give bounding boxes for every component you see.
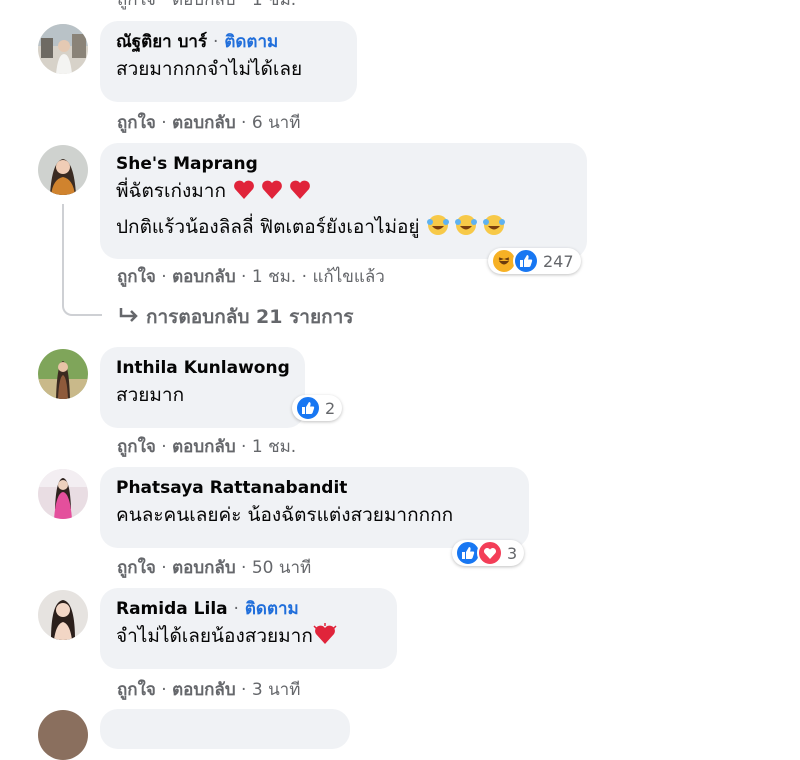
reaction-summary[interactable]: 3 — [452, 540, 525, 566]
avatar[interactable] — [38, 469, 88, 519]
follow-button[interactable]: ติดตาม — [245, 599, 299, 619]
like-button[interactable]: ถูกใจ — [117, 558, 156, 578]
reaction-count: 3 — [507, 543, 518, 563]
reply-button[interactable]: ตอบกลับ — [172, 267, 236, 287]
comment-bubble: Inthila Kunlawong สวยมาก — [100, 347, 305, 428]
comment-bubble: Ramida Lila · ติดตาม จำไม่ได้เลยน้องสวยม… — [100, 588, 397, 669]
heart-emoji-icon — [313, 622, 337, 656]
timestamp[interactable]: 3 นาที — [252, 680, 301, 700]
reaction-count: 247 — [543, 251, 574, 271]
comment-text: สวยมาก — [116, 384, 185, 406]
commenter-name[interactable]: ณัฐติยา บาร์ — [116, 32, 207, 52]
comment-actions: ถูกใจ · ตอบกลับ · 1 ชม. — [117, 437, 297, 457]
reply-arrow-icon — [118, 307, 140, 330]
timestamp[interactable]: 1 ชม. — [252, 437, 296, 457]
like-button[interactable]: ถูกใจ — [117, 437, 156, 457]
commenter-name[interactable]: She's Maprang — [116, 153, 571, 175]
partial-next-avatar — [38, 710, 88, 760]
comment-text-line-2: ปกติแร้วน้องลิลลี่ ฟิตเตอร์ยังเอาไม่อยู่ — [116, 216, 420, 238]
avatar[interactable] — [38, 24, 88, 74]
partial-next-bubble — [100, 709, 350, 749]
heart-emoji-icon — [232, 177, 312, 211]
comment-actions: ถูกใจ · ตอบกลับ · 3 นาที — [117, 680, 301, 700]
like-icon — [295, 395, 321, 421]
comment-actions: ถูกใจ · ตอบกลับ · 6 นาที — [117, 113, 301, 133]
reply-button[interactable]: ตอบกลับ — [172, 680, 236, 700]
timestamp[interactable]: 50 นาที — [252, 558, 311, 578]
comment-bubble: She's Maprang พี่ฉัตรเก่งมาก ปกติแร้วน้อ… — [100, 143, 587, 259]
like-button[interactable]: ถูกใจ — [117, 680, 156, 700]
comment-text: สวยมากกกจำไม่ได้เลย — [116, 58, 303, 80]
comment-bubble: Phatsaya Rattanabandit คนละคนเลยค่ะ น้อง… — [100, 467, 529, 548]
comment-text-line-1: พี่ฉัตรเก่งมาก — [116, 180, 226, 202]
avatar[interactable] — [38, 349, 88, 399]
timestamp[interactable]: 1 ชม. — [252, 267, 296, 287]
reply-button[interactable]: ตอบกลับ — [172, 113, 236, 133]
reaction-summary[interactable]: 247 — [488, 248, 581, 274]
reply-thread-line — [62, 204, 102, 316]
commenter-name[interactable]: Inthila Kunlawong — [116, 357, 290, 379]
reaction-count: 2 — [325, 398, 336, 418]
reply-button[interactable]: ตอบกลับ — [172, 558, 236, 578]
timestamp[interactable]: 6 นาที — [252, 113, 301, 133]
avatar[interactable] — [38, 145, 88, 195]
follow-button[interactable]: ติดตาม — [224, 32, 278, 52]
avatar[interactable] — [38, 590, 88, 640]
like-icon — [513, 248, 539, 274]
like-button[interactable]: ถูกใจ — [117, 267, 156, 287]
commenter-name[interactable]: Ramida Lila — [116, 599, 228, 619]
laugh-cry-emoji-icon — [426, 213, 506, 247]
heart-icon — [477, 540, 503, 566]
like-button[interactable]: ถูกใจ — [117, 113, 156, 133]
reply-button[interactable]: ตอบกลับ — [172, 437, 236, 457]
comment-actions: ถูกใจ · ตอบกลับ · 50 นาที — [117, 558, 312, 578]
reaction-summary[interactable]: 2 — [292, 395, 343, 421]
commenter-name[interactable]: Phatsaya Rattanabandit — [116, 477, 513, 499]
comment-actions: ถูกใจ · ตอบกลับ · 1 ชม. · แก้ไขแล้ว — [117, 267, 385, 287]
partial-comment-actions: ถูกใจ · ตอบกลับ · 1 ชม. — [117, 0, 297, 10]
comment-bubble: ณัฐติยา บาร์ · ติดตาม สวยมากกกจำไม่ได้เล… — [100, 21, 357, 102]
comment-text: คนละคนเลยค่ะ น้องฉัตรแต่งสวยมากกกก — [116, 504, 454, 526]
comment-text: จำไม่ได้เลยน้องสวยมาก — [116, 625, 313, 647]
edited-label: แก้ไขแล้ว — [312, 267, 385, 287]
view-replies-link[interactable]: การตอบกลับ 21 รายการ — [118, 302, 353, 332]
